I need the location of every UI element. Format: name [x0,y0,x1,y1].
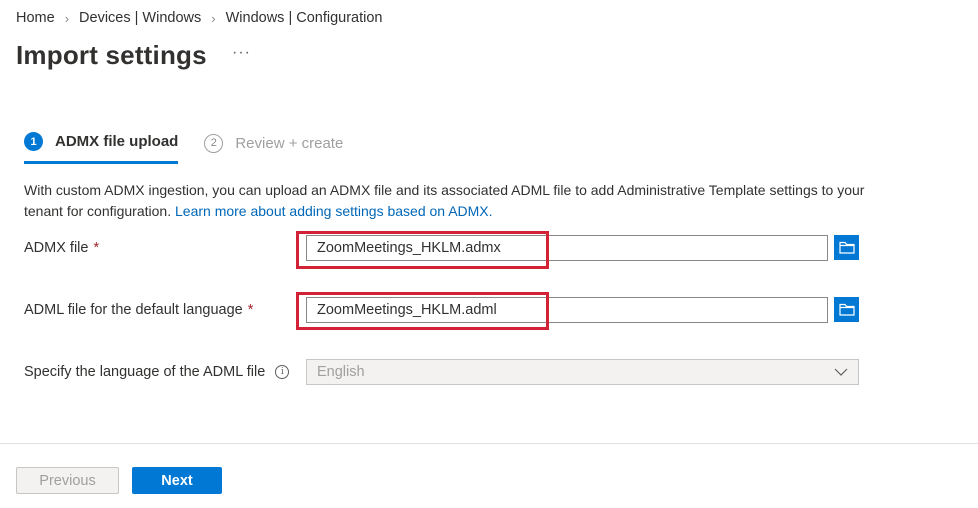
breadcrumb-windows-configuration[interactable]: Windows | Configuration [226,10,383,26]
info-icon[interactable]: i [275,365,290,379]
adml-browse-button[interactable] [834,297,859,322]
adml-language-value: English [317,364,365,380]
adml-file-input[interactable]: ZoomMeetings_HKLM.adml [306,297,828,323]
admx-file-label-text: ADMX file [24,240,89,256]
breadcrumb: Home › Devices | Windows › Windows | Con… [16,10,383,26]
adml-file-label: ADML file for the default language * [24,302,253,318]
chevron-right-icon: › [64,10,70,26]
next-button[interactable]: Next [132,467,222,494]
breadcrumb-home[interactable]: Home [16,10,55,26]
adml-language-label-text: Specify the language of the ADML file [24,364,266,380]
step-label: Review + create [235,134,344,152]
step-number-badge: 2 [204,133,224,153]
required-indicator: * [93,240,100,256]
chevron-down-icon [834,368,848,376]
step-label: ADMX file upload [55,133,179,150]
folder-icon [838,241,855,254]
admx-file-label: ADMX file * [24,240,99,256]
folder-icon [838,303,855,316]
required-indicator: * [247,302,254,318]
step-number-badge: 1 [24,132,43,151]
footer-divider [0,443,978,444]
adml-file-label-text: ADML file for the default language [24,302,243,318]
admx-file-input[interactable]: ZoomMeetings_HKLM.admx [306,235,828,261]
chevron-right-icon: › [211,10,216,26]
adml-language-label: Specify the language of the ADML file i [24,364,290,380]
admx-browse-button[interactable] [834,235,859,260]
description-text: With custom ADMX ingestion, you can uplo… [24,180,884,222]
more-options-button[interactable]: ··· [232,44,251,62]
page-title: Import settings [16,40,207,70]
breadcrumb-devices-windows[interactable]: Devices | Windows [79,10,201,26]
step-review-create[interactable]: 2 Review + create [204,132,343,164]
wizard-steps: 1 ADMX file upload 2 Review + create [24,132,369,164]
previous-button[interactable]: Previous [16,467,119,494]
learn-more-link[interactable]: Learn more about adding settings based o… [175,203,493,219]
adml-language-dropdown[interactable]: English [306,359,859,385]
step-admx-file-upload[interactable]: 1 ADMX file upload [24,132,179,164]
